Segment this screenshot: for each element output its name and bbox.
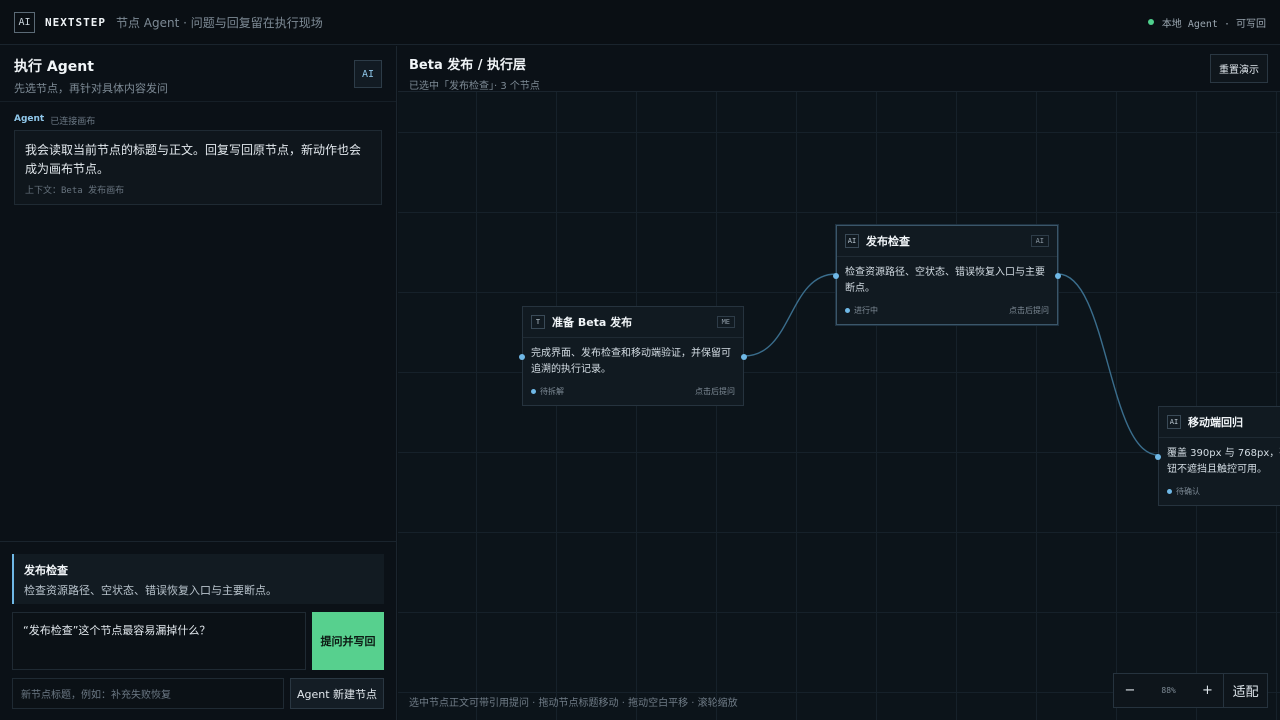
agent-status-text: 本地 Agent · 可写回 [1161,18,1266,30]
composer: 发布检查 检查资源路径、空状态、错误恢复入口与主要断点。 “发布检查”这个节点最… [0,541,397,720]
node-footer: 进行中 点击后提问 [837,305,1057,316]
new-node-title-input[interactable]: 新节点标题，例如：补充失败恢复 [12,678,284,709]
message-author: Agent [14,114,45,124]
output-port[interactable] [741,354,747,360]
ask-and-writeback-button[interactable]: 提问并写回 [312,612,384,670]
node-header[interactable]: AI 移动端回归 [1159,407,1280,438]
input-port[interactable] [1155,454,1161,460]
question-input[interactable]: “发布检查”这个节点最容易漏掉什么？ [12,612,306,670]
node-prepare-beta[interactable]: T 准备 Beta 发布 ME 完成界面、发布检查和移动端验证，并保留可追溯的执… [519,306,747,406]
selected-node-desc: 检查资源路径、空状态、错误恢复入口与主要断点。 [24,584,277,597]
node-footer: 待拆解 点击后提问 [523,386,743,397]
node-footer: 待确认 [1159,486,1280,497]
node-status: 进行中 [854,306,878,315]
zoom-out-button[interactable]: − [1114,674,1146,707]
message-text: 我会读取当前节点的标题与正文。回复写回原节点，新动作也会成为画布节点。 [25,143,362,176]
message-context: 上下文：Beta 发布画布 [25,186,125,196]
canvas-help-text: 选中节点正文可带引用提问 · 拖动节点标题移动 · 拖动空白平移 · 滚轮缩放 [409,698,738,709]
brand-name: NEXTSTEP [45,15,106,29]
node-body[interactable]: 覆盖 390px 与 768px，确认文字不溢出、按钮不遮挡且触控可用。 [1159,438,1280,486]
canvas-title: Beta 发布 / 执行层 [409,58,527,73]
node-status: 待确认 [1176,487,1200,496]
ai-badge-icon: AI [354,60,382,88]
node-header[interactable]: AI 发布检查 AI [837,226,1057,257]
node-header[interactable]: T 准备 Beta 发布 ME [523,307,743,338]
ai-type-icon: AI [845,234,859,248]
text-type-icon: T [531,315,545,329]
node-body[interactable]: 检查资源路径、空状态、错误恢复入口与主要断点。 [837,257,1057,305]
node-body[interactable]: 完成界面、发布检查和移动端验证，并保留可追溯的执行记录。 [523,338,743,386]
agent-status: 本地 Agent · 可写回 [1147,15,1266,30]
agent-create-node-button[interactable]: Agent 新建节点 [290,678,384,709]
logo: AI [14,11,35,33]
node-owner-tag: ME [716,316,735,328]
zoom-in-button[interactable]: + [1192,674,1224,707]
node-mobile-regression[interactable]: AI 移动端回归 覆盖 390px 与 768px，确认文字不溢出、按钮不遮挡且… [1155,406,1280,506]
top-bar: AI NEXTSTEP 节点 Agent · 问题与回复留在执行现场 本地 Ag… [0,0,1280,45]
agent-panel: 执行 Agent 先选节点，再针对具体内容发问 AI Agent 已连接画布 我… [0,46,397,720]
panel-subtitle: 先选节点，再针对具体内容发问 [14,82,168,95]
node-title: 准备 Beta 发布 [552,316,633,329]
node-title: 发布检查 [866,235,910,248]
node-release-check[interactable]: AI 发布检查 AI 检查资源路径、空状态、错误恢复入口与主要断点。 进行中 点… [833,225,1061,325]
node-hint: 点击后提问 [1009,306,1049,315]
edge-1 [743,273,837,357]
agent-message: 我会读取当前节点的标题与正文。回复写回原节点，新动作也会成为画布节点。 上下文：… [14,130,382,205]
ai-type-icon: AI [1167,415,1181,429]
node-owner-tag: AI [1030,235,1049,247]
status-dot-icon [845,308,850,313]
node-hint: 点击后提问 [695,387,735,396]
edge-2 [1057,273,1159,456]
panel-title: 执行 Agent [14,59,94,75]
selected-node-quote: 发布检查 检查资源路径、空状态、错误恢复入口与主要断点。 [12,554,384,604]
node-title: 移动端回归 [1188,416,1243,429]
app-subtitle: 节点 Agent · 问题与回复留在执行现场 [115,15,323,30]
selected-node-title: 发布检查 [24,564,68,577]
canvas-subtitle: 已选中「发布检查」· 3 个节点 [409,81,540,92]
zoom-level: 88% [1161,686,1176,695]
canvas-header: Beta 发布 / 执行层 已选中「发布检查」· 3 个节点 重置演示 [398,46,1280,92]
canvas[interactable]: Beta 发布 / 执行层 已选中「发布检查」· 3 个节点 重置演示 T 准备… [398,46,1280,720]
zoom-controls: − 88% + 适配 [1113,673,1268,708]
agent-panel-header: 执行 Agent 先选节点，再针对具体内容发问 AI [0,46,396,102]
reset-demo-button[interactable]: 重置演示 [1210,54,1268,83]
node-status: 待拆解 [540,387,564,396]
output-port[interactable] [1055,273,1061,279]
message-meta: Agent 已连接画布 [14,114,95,127]
input-port[interactable] [519,354,525,360]
status-dot-icon [1167,489,1172,494]
status-dot-icon [531,389,536,394]
fit-view-button[interactable]: 适配 [1223,674,1267,707]
message-state: 已连接画布 [50,117,96,127]
input-port[interactable] [833,273,839,279]
status-dot-icon [1147,19,1154,25]
